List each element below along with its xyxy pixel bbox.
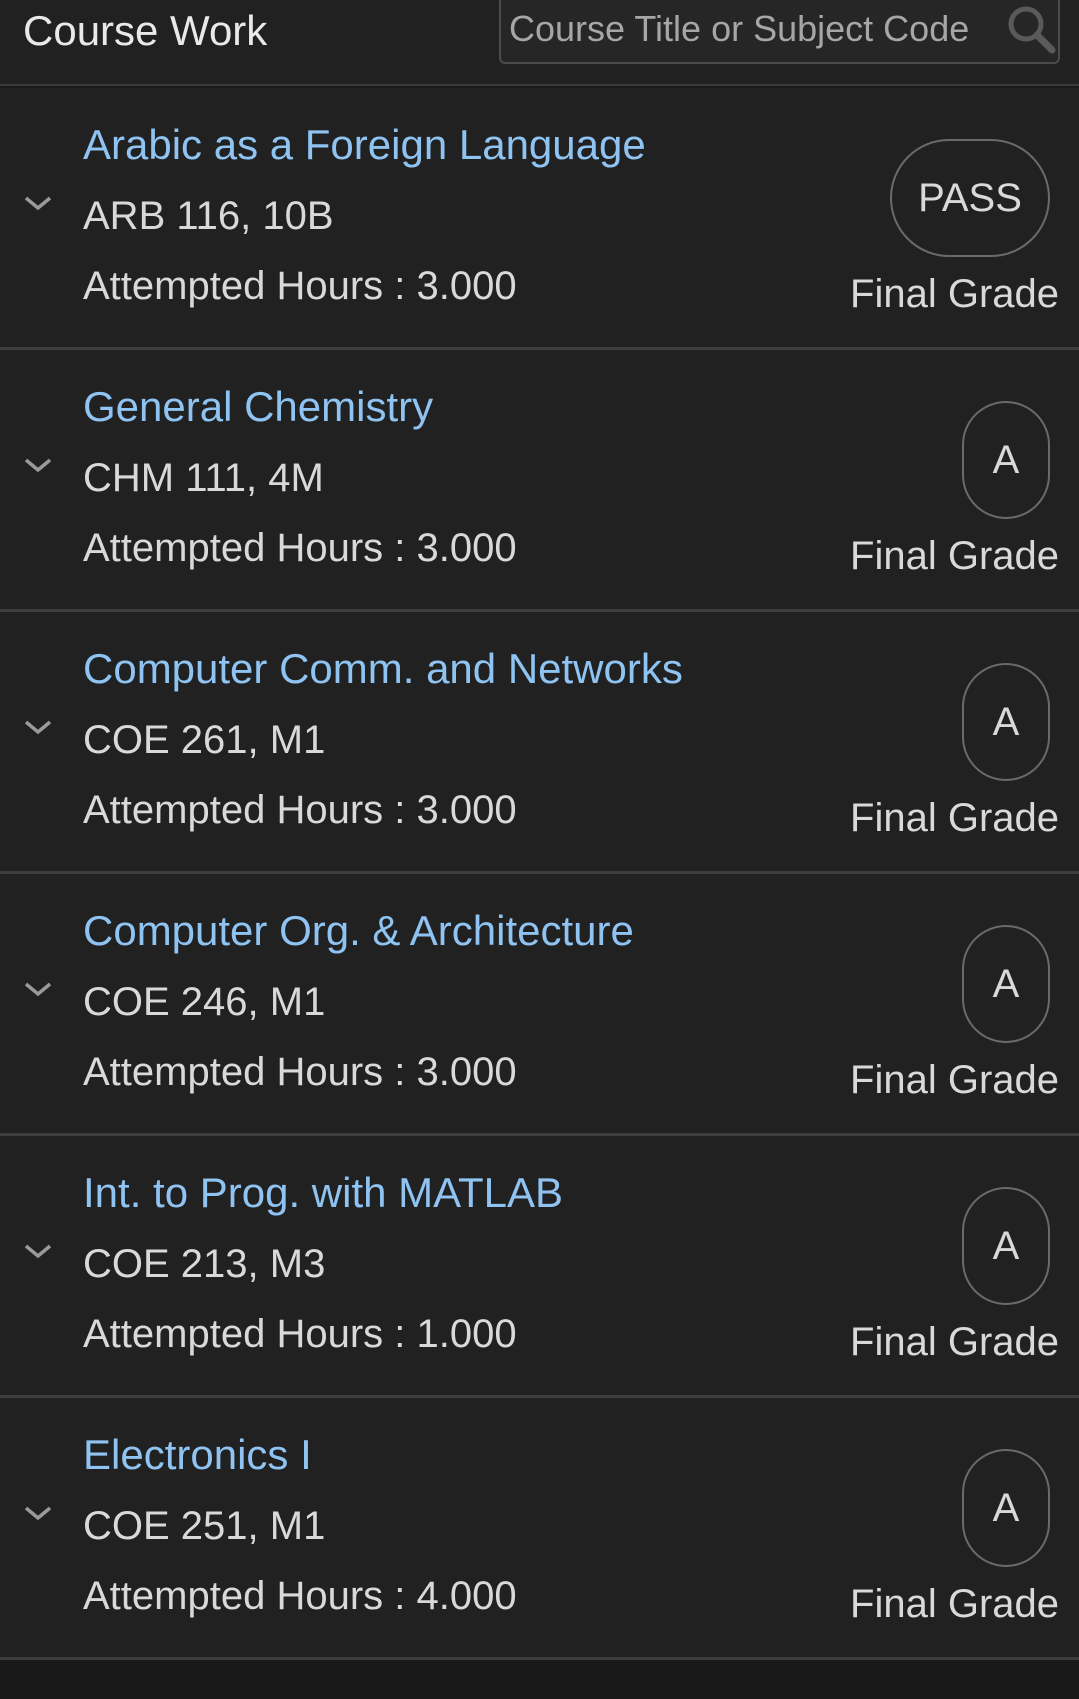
attempted-hours-label: Attempted Hours <box>83 1050 384 1094</box>
search-box[interactable] <box>499 0 1060 64</box>
chevron-down-icon[interactable] <box>22 192 54 214</box>
grade-badge: A <box>962 1187 1050 1305</box>
attempted-hours: Attempted Hours : 1.000 <box>83 1310 517 1358</box>
attempted-hours: Attempted Hours : 3.000 <box>83 262 517 310</box>
attempted-hours-separator: : <box>394 264 406 308</box>
final-grade-label: Final Grade <box>850 796 1059 840</box>
grade-badge: A <box>962 663 1050 781</box>
final-grade-label: Final Grade <box>850 1582 1059 1626</box>
attempted-hours-label: Attempted Hours <box>83 1574 384 1618</box>
grade-badge: PASS <box>890 139 1050 257</box>
course-code: ARB 116, 10B <box>83 194 334 238</box>
search-icon[interactable] <box>1004 2 1058 56</box>
attempted-hours-value: 3.000 <box>416 1050 517 1094</box>
chevron-down-icon[interactable] <box>22 716 54 738</box>
attempted-hours-value: 4.000 <box>416 1574 517 1618</box>
grade-badge: A <box>962 925 1050 1043</box>
attempted-hours-separator: : <box>394 1574 406 1618</box>
course-title[interactable]: General Chemistry <box>83 382 433 432</box>
final-grade-label: Final Grade <box>850 1058 1059 1102</box>
course-code: CHM 111, 4M <box>83 456 324 500</box>
final-grade-label: Final Grade <box>850 272 1059 316</box>
page-title: Course Work <box>23 7 268 54</box>
chevron-down-icon[interactable] <box>22 1502 54 1524</box>
course-code: COE 261, M1 <box>83 718 326 762</box>
course-code: COE 213, M3 <box>83 1242 326 1286</box>
course-code: COE 246, M1 <box>83 980 326 1024</box>
chevron-down-icon[interactable] <box>22 454 54 476</box>
app-header: Course Work <box>0 0 1079 86</box>
attempted-hours-value: 3.000 <box>416 264 517 308</box>
course-title[interactable]: Computer Org. & Architecture <box>83 906 634 956</box>
bottom-bar <box>0 1660 1079 1699</box>
search-input[interactable] <box>509 6 999 52</box>
grade-badge: A <box>962 1449 1050 1567</box>
course-card[interactable]: Computer Comm. and Networks COE 261, M1 … <box>0 612 1079 874</box>
attempted-hours: Attempted Hours : 3.000 <box>83 524 517 572</box>
attempted-hours-label: Attempted Hours <box>83 264 384 308</box>
course-list: Arabic as a Foreign Language ARB 116, 10… <box>0 88 1079 1660</box>
course-title[interactable]: Arabic as a Foreign Language <box>83 120 646 170</box>
course-title[interactable]: Computer Comm. and Networks <box>83 644 683 694</box>
final-grade-label: Final Grade <box>850 534 1059 578</box>
attempted-hours-separator: : <box>394 788 406 832</box>
course-card[interactable]: Arabic as a Foreign Language ARB 116, 10… <box>0 88 1079 350</box>
attempted-hours: Attempted Hours : 3.000 <box>83 1048 517 1096</box>
chevron-down-icon[interactable] <box>22 978 54 1000</box>
attempted-hours-label: Attempted Hours <box>83 1312 384 1356</box>
attempted-hours-value: 3.000 <box>416 526 517 570</box>
course-card[interactable]: Electronics I COE 251, M1 Attempted Hour… <box>0 1398 1079 1660</box>
attempted-hours-separator: : <box>394 1312 406 1356</box>
grade-badge: A <box>962 401 1050 519</box>
course-card[interactable]: General Chemistry CHM 111, 4M Attempted … <box>0 350 1079 612</box>
attempted-hours-label: Attempted Hours <box>83 788 384 832</box>
final-grade-label: Final Grade <box>850 1320 1059 1364</box>
course-title[interactable]: Int. to Prog. with MATLAB <box>83 1168 563 1218</box>
course-card[interactable]: Int. to Prog. with MATLAB COE 213, M3 At… <box>0 1136 1079 1398</box>
attempted-hours-separator: : <box>394 1050 406 1094</box>
attempted-hours-value: 3.000 <box>416 788 517 832</box>
attempted-hours: Attempted Hours : 4.000 <box>83 1572 517 1620</box>
course-title[interactable]: Electronics I <box>83 1430 312 1480</box>
chevron-down-icon[interactable] <box>22 1240 54 1262</box>
attempted-hours-label: Attempted Hours <box>83 526 384 570</box>
course-card[interactable]: Computer Org. & Architecture COE 246, M1… <box>0 874 1079 1136</box>
course-code: COE 251, M1 <box>83 1504 326 1548</box>
attempted-hours-separator: : <box>394 526 406 570</box>
attempted-hours: Attempted Hours : 3.000 <box>83 786 517 834</box>
attempted-hours-value: 1.000 <box>416 1312 517 1356</box>
